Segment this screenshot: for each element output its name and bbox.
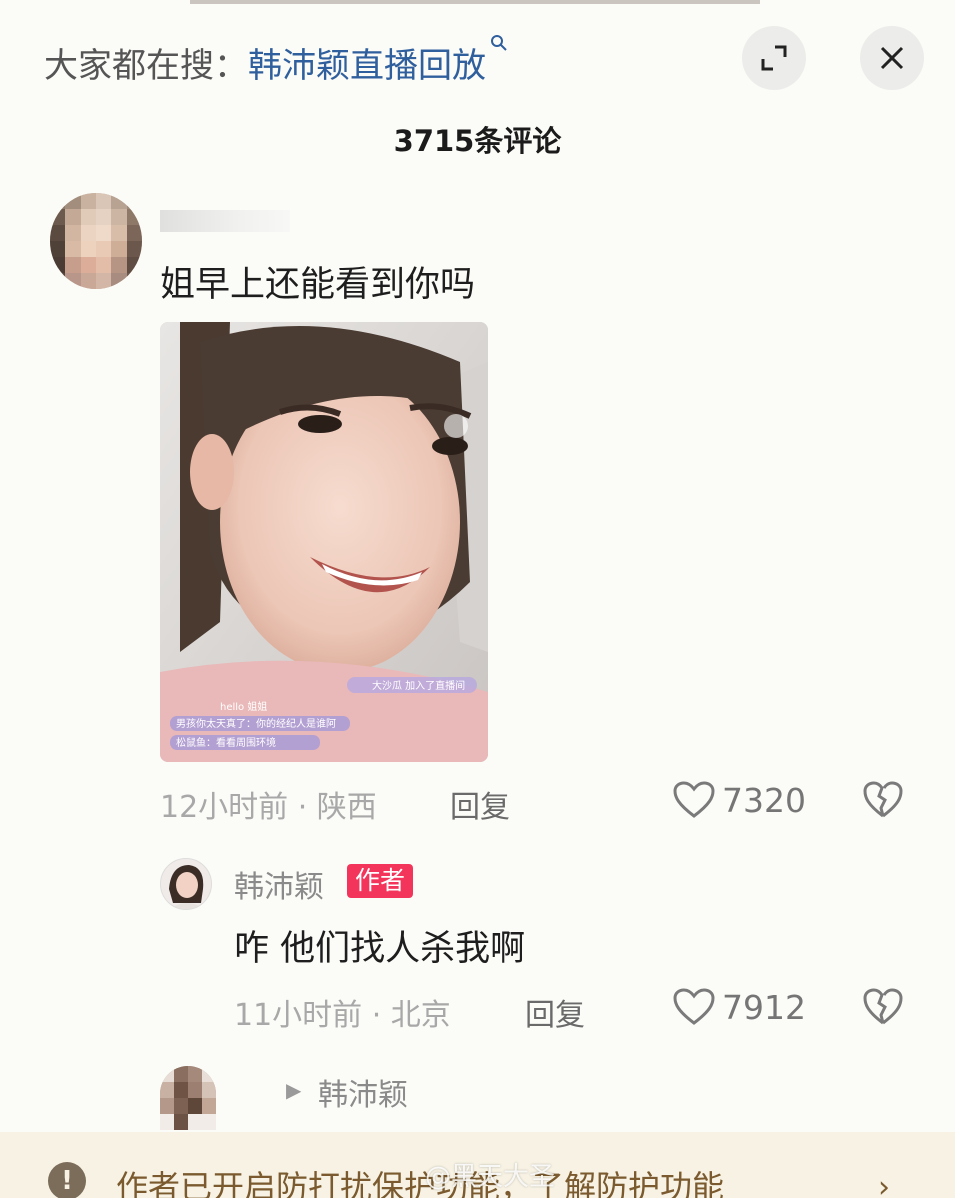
livestream-join-text: 大沙瓜 加入了直播间 [372, 679, 465, 692]
close-button[interactable] [860, 26, 924, 90]
dislike-button[interactable] [862, 780, 904, 824]
close-icon [880, 46, 904, 70]
heart-outline-icon [673, 988, 715, 1025]
hot-search-term[interactable]: 韩沛颖直播回放 [248, 46, 486, 86]
like-button[interactable]: 7912 [672, 987, 806, 1027]
livestream-chat-line: hello 姐姐 [220, 700, 267, 713]
reply-button[interactable]: 回复 [450, 782, 510, 826]
username-obscured [160, 210, 290, 232]
dislike-button[interactable] [862, 987, 904, 1031]
broken-heart-icon [863, 781, 903, 818]
livestream-chat-line: 男孩你太天真了：你的经纪人是谁阿 [176, 717, 336, 730]
like-button[interactable]: 7320 [672, 780, 806, 820]
reply-location: 北京 [390, 998, 451, 1033]
protection-banner-text[interactable]: 作者已开启防打扰保护功能，了解防护功能 [116, 1162, 724, 1198]
comment-text: 姐早上还能看到你吗 [160, 265, 476, 305]
reply-button[interactable]: 回复 [525, 990, 585, 1034]
comment-time: 12小时前 [160, 790, 289, 825]
pixelated-avatar [50, 193, 142, 289]
reply-arrow-icon: ▶ [286, 1078, 302, 1102]
comment-location: 陕西 [316, 790, 377, 825]
expand-icon [761, 45, 787, 71]
reply-username[interactable]: 韩沛颖 [234, 862, 324, 906]
broken-heart-icon [863, 988, 903, 1025]
avatar[interactable] [50, 193, 142, 289]
author-avatar-image [161, 859, 211, 909]
like-count: 7320 [722, 780, 806, 820]
comment-time-location: 12小时前 · 陕西 [160, 790, 377, 825]
comment-count: 3715条评论 [393, 124, 562, 158]
reply-text: 咋 他们找人杀我啊 [234, 929, 526, 969]
warning-icon: ! [48, 1162, 86, 1198]
livestream-chat-line: 松鼠鱼：看看周围环境 [176, 736, 276, 749]
comment-image[interactable]: 大沙瓜 加入了直播间 hello 姐姐 男孩你太天真了：你的经纪人是谁阿 松鼠鱼… [160, 322, 488, 762]
avatar[interactable] [160, 1066, 216, 1130]
heart-outline-icon [673, 781, 715, 818]
video-edge-strip [190, 0, 760, 4]
pixelated-avatar [160, 1066, 216, 1130]
expand-button[interactable] [742, 26, 806, 90]
search-icon [491, 35, 507, 51]
comment-sheet: 大家都在搜：韩沛颖直播回放 3715条评论 姐早上还能看到你吗 大沙瓜 加入了直… [0, 0, 955, 1198]
hot-search-bar[interactable]: 大家都在搜：韩沛颖直播回放 [44, 35, 507, 87]
like-count: 7912 [722, 987, 806, 1027]
livestream-screenshot: 大沙瓜 加入了直播间 hello 姐姐 男孩你太天真了：你的经纪人是谁阿 松鼠鱼… [160, 322, 488, 762]
author-badge: 作者 [347, 864, 414, 898]
reply-time: 11小时前 [234, 998, 363, 1033]
reply-time-location: 11小时前 · 北京 [234, 998, 451, 1033]
avatar[interactable] [160, 858, 212, 910]
hot-search-prefix: 大家都在搜： [44, 46, 248, 86]
watermark: @黑天大圣 [425, 1162, 556, 1192]
chevron-right-icon: › [878, 1170, 890, 1198]
reply-to-username[interactable]: 韩沛颖 [318, 1070, 408, 1114]
